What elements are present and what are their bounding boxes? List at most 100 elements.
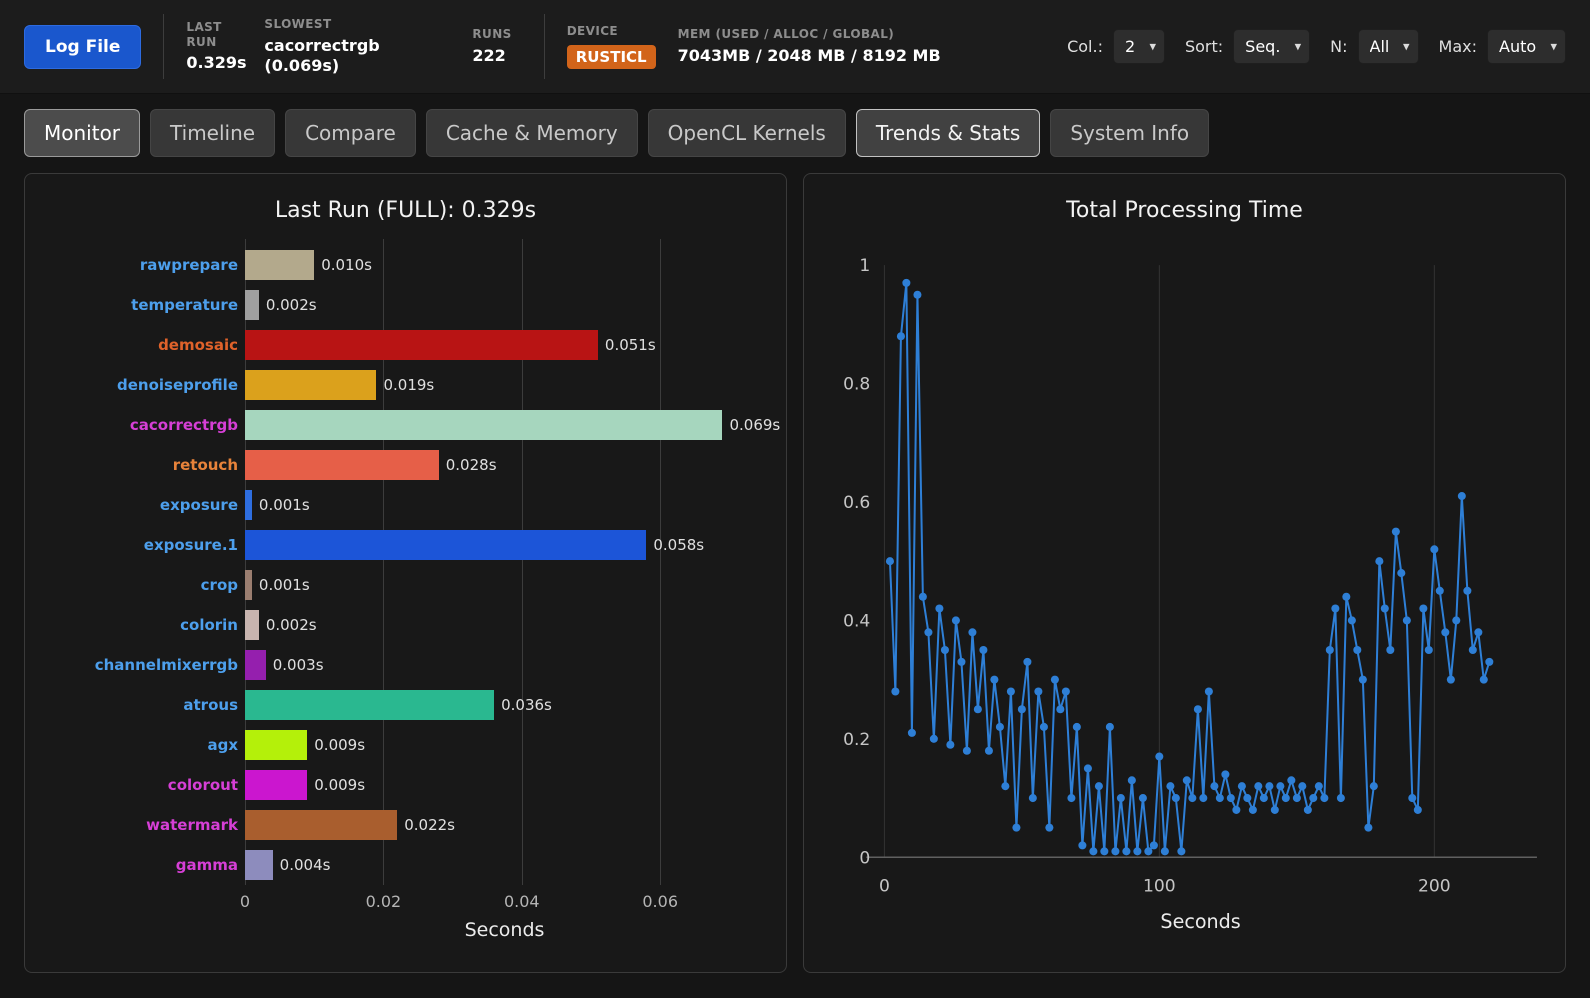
data-point xyxy=(1095,782,1103,790)
bar-category-label: colorout xyxy=(47,776,245,794)
data-point xyxy=(979,646,987,654)
bar-value-label: 0.069s xyxy=(729,416,780,434)
data-point xyxy=(985,747,993,755)
bar-value-label: 0.010s xyxy=(321,256,372,274)
bar-chart: rawprepare0.010stemperature0.002sdemosai… xyxy=(47,245,764,885)
line-chart: 00.20.40.60.810100200Seconds xyxy=(826,245,1543,950)
max-label: Max: xyxy=(1439,37,1477,56)
bar-row: retouch0.028s xyxy=(47,445,764,485)
data-point xyxy=(1348,616,1356,624)
bar-track: 0.028s xyxy=(245,450,764,480)
bar-track: 0.069s xyxy=(245,410,764,440)
data-point xyxy=(1243,794,1251,802)
charts-area: Last Run (FULL): 0.329s rawprepare0.010s… xyxy=(0,169,1590,973)
tab-system-info[interactable]: System Info xyxy=(1050,109,1209,157)
bar-x-axis: 00.020.040.06 xyxy=(245,885,764,911)
line-markers xyxy=(886,279,1493,856)
stat-last-run-value: 0.329s xyxy=(186,53,242,73)
bar-value-label: 0.009s xyxy=(314,736,365,754)
sort-select-wrap: Seq. xyxy=(1233,29,1310,64)
bar-category-label: colorin xyxy=(47,616,245,634)
data-point xyxy=(1183,776,1191,784)
data-point xyxy=(1480,676,1488,684)
tab-trends-stats[interactable]: Trends & Stats xyxy=(856,109,1041,157)
bar-track: 0.009s xyxy=(245,730,764,760)
data-point xyxy=(1073,723,1081,731)
data-point xyxy=(1386,646,1394,654)
line-chart-panel: Total Processing Time 00.20.40.60.810100… xyxy=(803,173,1566,973)
x-tick-label: 0 xyxy=(240,892,250,911)
line-chart-title: Total Processing Time xyxy=(826,198,1543,223)
tab-timeline[interactable]: Timeline xyxy=(150,109,275,157)
bar-category-label: retouch xyxy=(47,456,245,474)
data-point xyxy=(1144,847,1152,855)
data-point xyxy=(968,628,976,636)
tab-opencl-kernels[interactable]: OpenCL Kernels xyxy=(648,109,846,157)
data-point xyxy=(1474,628,1482,636)
data-point xyxy=(1249,806,1257,814)
bar-category-label: gamma xyxy=(47,856,245,874)
bar-row: cacorrectrgb0.069s xyxy=(47,405,764,445)
bar-row: agx 0.009s xyxy=(47,725,764,765)
bar xyxy=(245,290,259,320)
data-point xyxy=(1485,658,1493,666)
bar-track: 0.036s xyxy=(245,690,764,720)
bar-category-label: channelmixerrgb xyxy=(47,656,245,674)
data-point xyxy=(1177,847,1185,855)
data-point xyxy=(1205,687,1213,695)
stat-runs: RUNS 222 xyxy=(472,27,511,65)
data-point xyxy=(897,332,905,340)
x-tick-label: 100 xyxy=(1143,876,1176,896)
bar-x-axis-label: Seconds xyxy=(245,919,764,941)
data-point xyxy=(1029,794,1037,802)
tab-compare[interactable]: Compare xyxy=(285,109,416,157)
data-point xyxy=(1370,782,1378,790)
data-point xyxy=(1040,723,1048,731)
sort-select[interactable]: Seq. xyxy=(1233,29,1310,64)
data-point xyxy=(891,687,899,695)
data-point xyxy=(1155,753,1163,761)
data-point xyxy=(941,646,949,654)
bar-category-label: agx xyxy=(47,736,245,754)
bar-track: 0.009s xyxy=(245,770,764,800)
stat-runs-value: 222 xyxy=(472,46,511,66)
columns-select[interactable]: 2 xyxy=(1113,29,1165,64)
bar xyxy=(245,410,722,440)
data-point xyxy=(935,605,943,613)
line-chart-svg: 00.20.40.60.810100200Seconds xyxy=(826,245,1543,950)
bar-row: watermark0.022s xyxy=(47,805,764,845)
data-point xyxy=(1282,794,1290,802)
data-point xyxy=(990,676,998,684)
data-point xyxy=(1397,569,1405,577)
divider xyxy=(544,14,545,79)
tab-monitor[interactable]: Monitor xyxy=(24,109,140,157)
bar-rows: rawprepare0.010stemperature0.002sdemosai… xyxy=(47,245,764,885)
log-file-button[interactable]: Log File xyxy=(24,25,141,69)
data-point xyxy=(1414,806,1422,814)
data-point xyxy=(1056,705,1064,713)
data-point xyxy=(1436,587,1444,595)
bar-value-label: 0.051s xyxy=(605,336,656,354)
data-point xyxy=(1001,782,1009,790)
n-select[interactable]: All xyxy=(1358,29,1419,64)
bar-track: 0.001s xyxy=(245,570,764,600)
max-select[interactable]: Auto xyxy=(1487,29,1566,64)
n-label: N: xyxy=(1330,37,1347,56)
bar-category-label: exposure xyxy=(47,496,245,514)
bar-category-label: atrous xyxy=(47,696,245,714)
tab-cache-memory[interactable]: Cache & Memory xyxy=(426,109,638,157)
tab-bar: Monitor Timeline Compare Cache & Memory … xyxy=(0,94,1590,169)
x-tick-label: 0.02 xyxy=(366,892,402,911)
data-point xyxy=(1309,794,1317,802)
bar-category-label: exposure.1 xyxy=(47,536,245,554)
data-point xyxy=(1012,824,1020,832)
data-point xyxy=(930,735,938,743)
bar-value-label: 0.036s xyxy=(501,696,552,714)
data-point xyxy=(1232,806,1240,814)
data-point xyxy=(1150,841,1158,849)
y-tick-label: 0.4 xyxy=(843,611,870,631)
header-controls: Col.: 2 Sort: Seq. N: All Max: Auto xyxy=(1057,29,1566,64)
data-point xyxy=(1425,646,1433,654)
bar-row: colorin0.002s xyxy=(47,605,764,645)
device-badge: RUSTICL xyxy=(567,45,656,69)
